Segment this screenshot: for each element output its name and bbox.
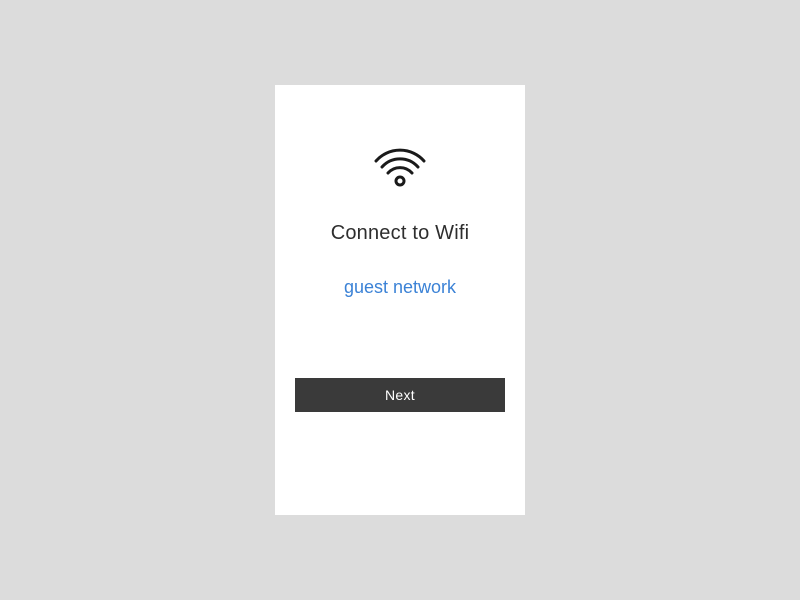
wifi-icon xyxy=(370,145,430,194)
wifi-network-link[interactable]: guest network xyxy=(344,277,456,298)
wifi-setup-card: Connect to Wifi guest network Next xyxy=(275,85,525,515)
next-button[interactable]: Next xyxy=(295,378,505,412)
wifi-title: Connect to Wifi xyxy=(331,222,470,245)
